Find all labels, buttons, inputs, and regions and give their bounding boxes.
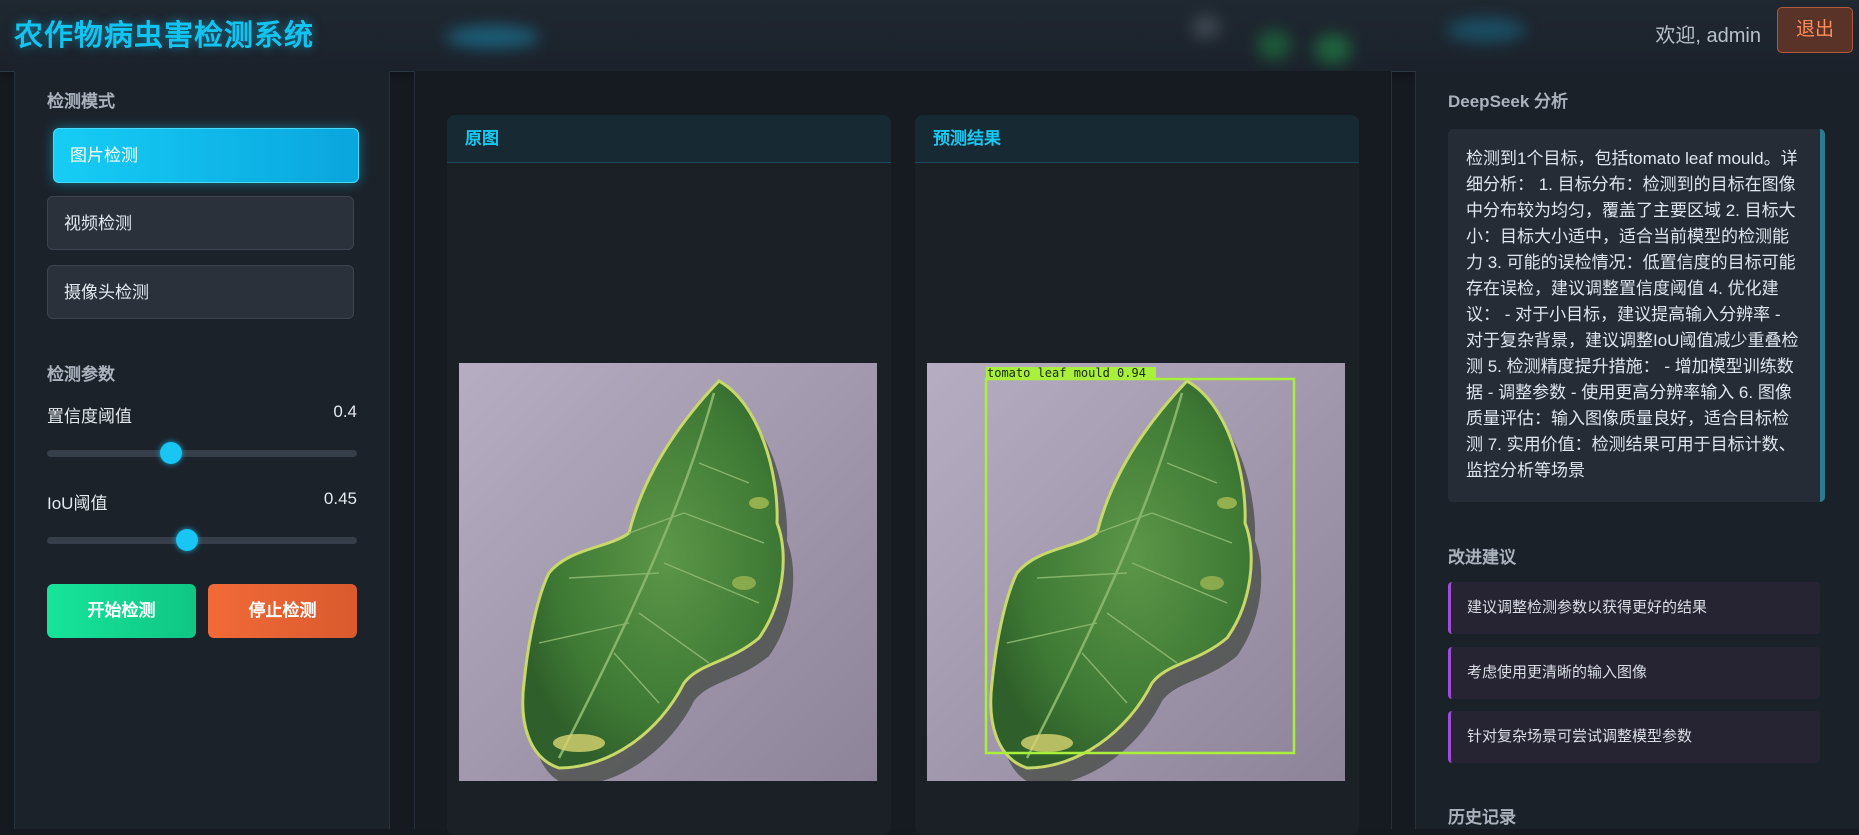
analysis-title: DeepSeek 分析 [1448,92,1568,111]
detection-label: tomato leaf mould 0.94 [987,366,1146,380]
confidence-slider-thumb[interactable] [160,442,182,464]
iou-slider[interactable] [47,529,357,551]
stop-detect-button[interactable]: 停止检测 [208,584,357,638]
header-glow-decoration [1314,34,1352,64]
video-detect-button[interactable]: 视频检测 [47,196,354,250]
app-title: 农作物病虫害检测系统 [14,20,315,52]
result-image-title: 预测结果 [915,115,1359,163]
control-panel: 检测模式 图片检测 视频检测 摄像头检测 检测参数 置信度阈值 0.4 IoU阈… [14,71,390,829]
confidence-value: 0.4 [333,402,357,421]
start-detect-button[interactable]: 开始检测 [47,584,196,638]
image-detect-button[interactable]: 图片检测 [53,128,359,183]
result-image-card: 预测结果 tomato leaf mould 0.94 [915,115,1359,835]
confidence-label: 置信度阈值 [47,407,132,426]
header-glow-decoration [1446,18,1526,42]
header-glow-decoration [1192,16,1220,38]
image-panel: 原图 预测结果 tomato leaf mould 0.94 [414,71,1392,835]
original-image-card: 原图 [447,115,891,835]
app-header: 农作物病虫害检测系统 欢迎, admin 退出 [0,0,1859,72]
params-section-title: 检测参数 [47,365,115,384]
header-glow-decoration [1257,30,1291,60]
welcome-text: 欢迎, admin [1655,25,1761,47]
suggestion-item: 考虑使用更清晰的输入图像 [1448,647,1820,699]
history-title: 历史记录 [1448,808,1516,827]
header-glow-decoration [445,26,540,48]
iou-slider-thumb[interactable] [175,529,198,551]
analysis-panel: DeepSeek 分析 检测到1个目标，包括tomato leaf mould。… [1415,71,1859,829]
suggestion-item: 针对复杂场景可尝试调整模型参数 [1448,711,1820,763]
result-leaf-image: tomato leaf mould 0.94 [927,363,1345,781]
iou-label: IoU阈值 [47,494,108,513]
analysis-text: 检测到1个目标，包括tomato leaf mould。详细分析： 1. 目标分… [1466,149,1799,480]
logout-button[interactable]: 退出 [1777,7,1853,53]
mode-section-title: 检测模式 [47,92,115,111]
camera-detect-button[interactable]: 摄像头检测 [47,265,354,319]
suggestion-item: 建议调整检测参数以获得更好的结果 [1448,582,1820,634]
iou-value: 0.45 [323,489,357,508]
analysis-box[interactable]: 检测到1个目标，包括tomato leaf mould。详细分析： 1. 目标分… [1448,129,1825,502]
suggestions-title: 改进建议 [1448,548,1516,567]
original-leaf-image [459,363,877,781]
original-image-title: 原图 [447,115,891,163]
confidence-slider[interactable] [47,442,357,464]
